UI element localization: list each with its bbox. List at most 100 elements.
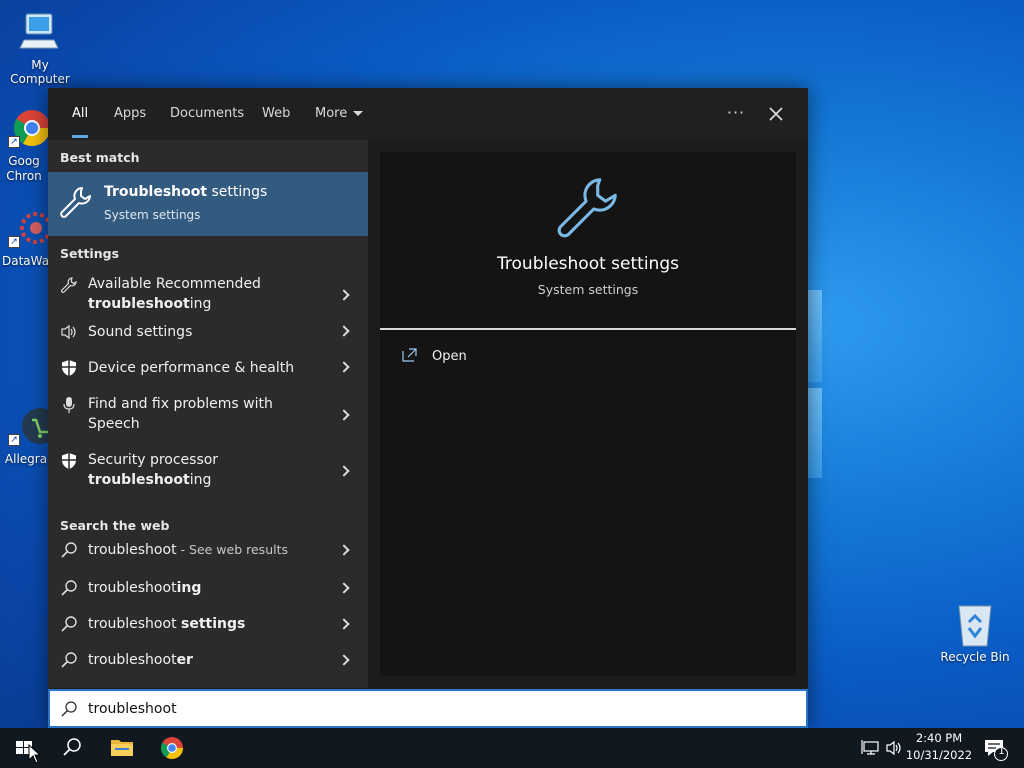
search-icon [61, 701, 77, 717]
item-line2-rest: ing [189, 472, 212, 488]
taskbar-chrome[interactable] [148, 728, 196, 768]
preview-card: Troubleshoot settings System settings Op… [380, 152, 796, 676]
taskbar-search-button[interactable] [48, 728, 96, 768]
best-match-heading: Best match [60, 150, 140, 165]
desktop-icon-label: DataWa [2, 254, 50, 268]
notification-count-badge: 1 [998, 746, 1005, 757]
chevron-right-icon [338, 544, 350, 556]
search-panel: All Apps Documents Web More ··· Best mat… [48, 88, 808, 728]
search-tabs-bar: All Apps Documents Web More ··· [48, 88, 808, 140]
wallpaper-pane-top [808, 290, 822, 382]
item-line2: troubleshooting [88, 470, 328, 490]
web-result-text: troubleshoot [88, 652, 177, 668]
web-result-troubleshoot-settings[interactable]: troubleshoot settings [48, 610, 368, 642]
tab-web[interactable]: Web [262, 88, 290, 140]
open-external-icon [402, 348, 417, 362]
speaker-icon [61, 324, 76, 340]
shield-icon [62, 453, 76, 469]
tab-more[interactable]: More [315, 88, 364, 140]
desktop-icon-my-computer[interactable]: My Computer [0, 10, 80, 86]
clock-date: 10/31/2022 [905, 748, 973, 762]
computer-icon [18, 10, 62, 54]
more-options-button[interactable]: ··· [722, 100, 750, 128]
close-icon [769, 107, 783, 121]
preview-divider [380, 328, 796, 330]
search-icon [61, 542, 77, 558]
settings-item-speech[interactable]: Find and fix problems with Speech [48, 392, 368, 438]
close-button[interactable] [762, 100, 790, 128]
tab-label: Apps [114, 106, 147, 121]
web-result-troubleshoot[interactable]: troubleshoot - See web results [48, 536, 368, 568]
datawa-app-icon: ↗ [6, 206, 52, 250]
item-line1: Available Recommended [88, 276, 261, 292]
shortcut-arrow-icon: ↗ [8, 136, 20, 148]
tab-all[interactable]: All [72, 88, 89, 140]
network-icon [861, 740, 879, 755]
search-icon [61, 652, 77, 668]
item-line1: Security processor [88, 452, 219, 468]
notification-center-button[interactable]: 1 [978, 728, 1014, 768]
tab-label: More [315, 106, 348, 121]
preview-pane: Troubleshoot settings System settings Op… [368, 140, 808, 688]
web-result-troubleshooter[interactable]: troubleshooter [48, 646, 368, 678]
speaker-icon [886, 740, 901, 756]
best-match-title-rest: settings [207, 184, 268, 200]
preview-title: Troubleshoot settings [497, 254, 679, 274]
desktop-icon-label: Goog Chron [6, 154, 42, 183]
web-result-text: troubleshoot [88, 542, 177, 558]
volume-tray-button[interactable] [884, 728, 906, 768]
taskbar-file-explorer[interactable] [98, 728, 146, 768]
microphone-icon [63, 397, 75, 413]
settings-item-device-performance[interactable]: Device performance & health [48, 356, 368, 388]
item-line2: troubleshooting [88, 294, 328, 314]
preview-subtitle: System settings [537, 282, 639, 297]
search-icon [61, 580, 77, 596]
wrench-icon [557, 178, 617, 238]
recycle-bin-icon [953, 602, 997, 647]
folder-icon [111, 740, 133, 756]
desktop-icon-recycle-bin[interactable]: Recycle Bin [935, 602, 1015, 664]
chrome-icon [161, 737, 183, 759]
desktop-icon-label: Allegra [4, 452, 48, 466]
search-box[interactable] [48, 689, 808, 728]
wrench-icon [60, 187, 91, 218]
item-line1: Device performance & health [88, 360, 295, 376]
item-line1: Find and fix problems with [88, 396, 273, 412]
wrench-icon [61, 277, 77, 293]
settings-item-sound[interactable]: Sound settings [48, 320, 368, 352]
best-match-title: Troubleshoot settings [104, 184, 267, 200]
chevron-right-icon [338, 361, 350, 373]
desktop-icon-label: My Computer [10, 58, 70, 86]
search-icon [63, 738, 81, 756]
best-match-subtitle: System settings [104, 208, 201, 222]
web-result-bold: er [176, 652, 193, 668]
item-line1: Sound settings [88, 324, 193, 340]
tab-documents[interactable]: Documents [170, 88, 244, 140]
best-match-result[interactable]: Troubleshoot settings System settings [48, 172, 368, 236]
best-match-title-bold: Troubleshoot [104, 184, 208, 200]
mouse-cursor-icon [28, 744, 42, 764]
chevron-right-icon [338, 654, 350, 666]
chrome-icon: ↗ [6, 106, 51, 150]
item-line2-rest: ing [189, 296, 212, 312]
web-result-suffix: - See web results [176, 542, 289, 557]
settings-item-available-recommended[interactable]: Available Recommended troubleshooting [48, 272, 368, 318]
chevron-right-icon [338, 325, 350, 337]
shortcut-arrow-icon: ↗ [8, 236, 20, 248]
taskbar-clock[interactable]: 2:40 PM 10/31/2022 [904, 730, 974, 764]
chevron-right-icon [338, 289, 350, 301]
chevron-down-icon [353, 111, 364, 116]
results-list: Best match Troubleshoot settings System … [48, 140, 368, 688]
search-input[interactable] [88, 699, 768, 719]
web-result-bold: settings [181, 616, 246, 632]
web-result-text: troubleshoot [88, 580, 177, 596]
cart-icon: ↗ [6, 404, 58, 448]
settings-item-security-processor[interactable]: Security processor troubleshooting [48, 448, 368, 494]
tab-label: Documents [170, 106, 245, 121]
item-line2-bold: troubleshoot [88, 472, 190, 488]
item-line2-bold: troubleshoot [88, 296, 190, 312]
tab-apps[interactable]: Apps [114, 88, 146, 140]
network-tray-button[interactable] [858, 728, 884, 768]
web-result-bold: ing [176, 580, 202, 596]
web-result-troubleshooting[interactable]: troubleshooting [48, 574, 368, 606]
